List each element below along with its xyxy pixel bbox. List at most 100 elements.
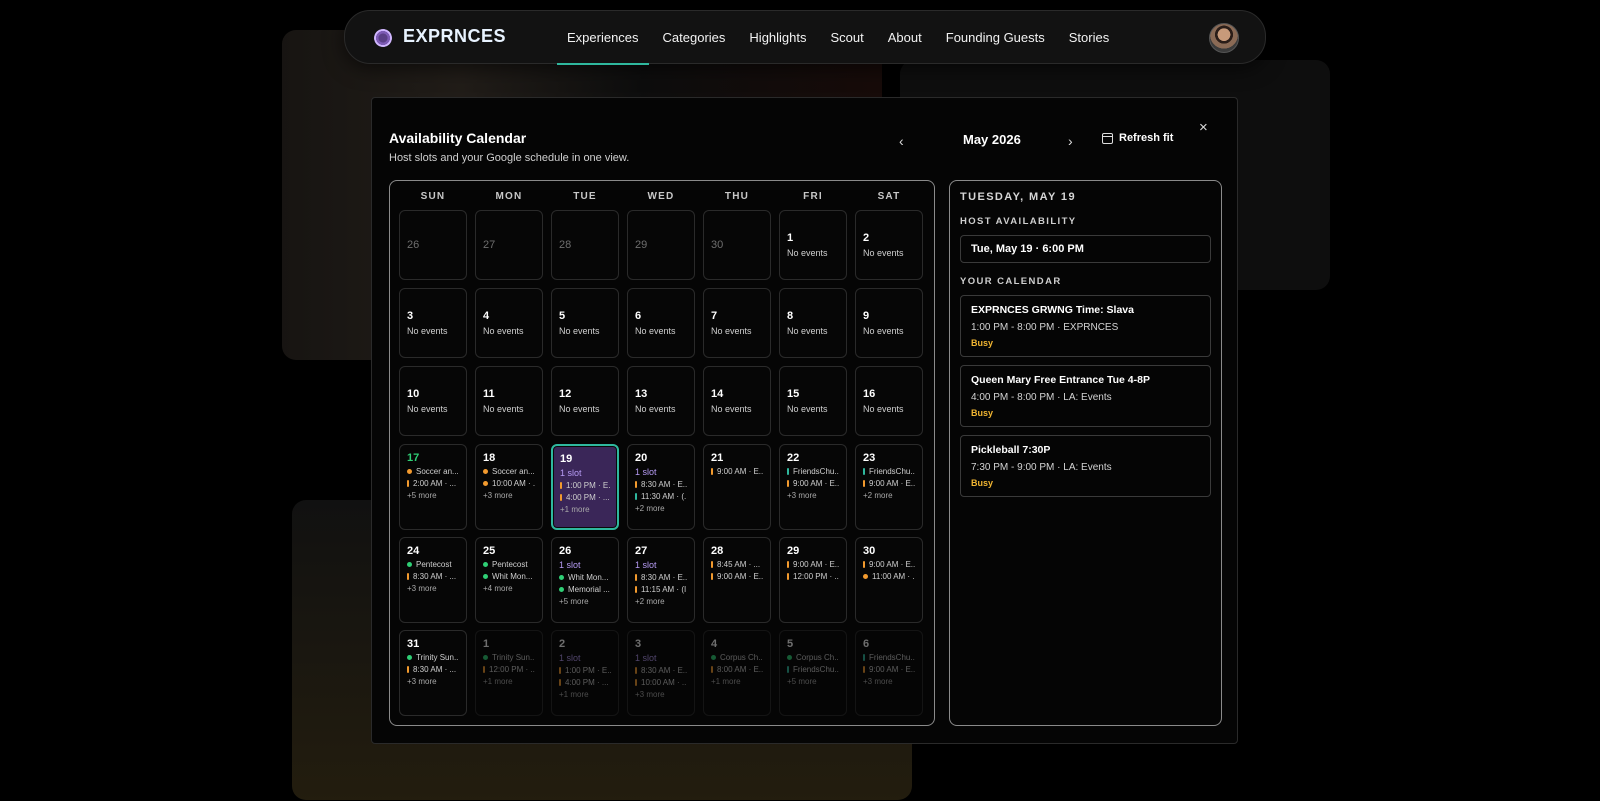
day-cell[interactable]: 26 xyxy=(399,210,467,280)
event-preview: 11:00 AM · ... xyxy=(863,572,915,581)
day-cell[interactable]: 17 Soccer an... 2:00 AM · ... +5 more xyxy=(399,444,467,530)
day-cell[interactable]: 9 No events xyxy=(855,288,923,358)
more-events-link[interactable]: +5 more xyxy=(787,677,839,686)
event-preview-text: Corpus Ch... xyxy=(796,653,839,662)
event-preview-text: 8:30 AM · E... xyxy=(641,480,687,489)
no-events-label: No events xyxy=(483,326,524,336)
day-cell[interactable]: 12 No events xyxy=(551,366,619,436)
calendar-event-card[interactable]: EXPRNCES GRWNG Time: Slava 1:00 PM - 8:0… xyxy=(960,295,1211,357)
day-cell[interactable]: 23 FriendsChu... 9:00 AM · E... +2 more xyxy=(855,444,923,530)
nav-about[interactable]: About xyxy=(888,11,922,65)
more-events-link[interactable]: +5 more xyxy=(559,597,611,606)
event-status: Busy xyxy=(971,478,994,488)
event-preview: 10:00 AM · ... xyxy=(483,479,535,488)
nav-stories[interactable]: Stories xyxy=(1069,11,1109,65)
more-events-link[interactable]: +5 more xyxy=(407,491,459,500)
more-events-link[interactable]: +3 more xyxy=(483,491,535,500)
more-events-link[interactable]: +3 more xyxy=(407,677,459,686)
more-events-link[interactable]: +3 more xyxy=(863,677,915,686)
event-preview: Whit Mon... xyxy=(559,573,611,582)
day-cell[interactable]: 6 FriendsChu... 9:00 AM · E... +3 more xyxy=(855,630,923,716)
event-bar-icon xyxy=(635,667,637,674)
day-cell[interactable]: 7 No events xyxy=(703,288,771,358)
day-cell[interactable]: 30 xyxy=(703,210,771,280)
more-events-link[interactable]: +3 more xyxy=(407,584,459,593)
day-cell[interactable]: 27 1 slot 8:30 AM · E... 11:15 AM · (I... +2… xyxy=(627,537,695,623)
day-cell[interactable]: 29 9:00 AM · E... 12:00 PM · ... xyxy=(779,537,847,623)
day-cell[interactable]: 3 1 slot 8:30 AM · E... 10:00 AM · ... +3 mo… xyxy=(627,630,695,716)
event-preview: FriendsChu... xyxy=(787,665,839,674)
day-cell[interactable]: 14 No events xyxy=(703,366,771,436)
day-cell[interactable]: 22 FriendsChu... 9:00 AM · E... +3 more xyxy=(779,444,847,530)
event-preview: Whit Mon... xyxy=(483,572,535,581)
day-cell[interactable]: 18 Soccer an... 10:00 AM · ... +3 more xyxy=(475,444,543,530)
event-preview: 9:00 AM · E... xyxy=(787,479,839,488)
nav-categories[interactable]: Categories xyxy=(663,11,726,65)
day-cell[interactable]: 26 1 slot Whit Mon... Memorial ... +5 more xyxy=(551,537,619,623)
day-cell[interactable]: 1 Trinity Sun... 12:00 PM · ... +1 more xyxy=(475,630,543,716)
more-events-link[interactable]: +4 more xyxy=(483,584,535,593)
day-cell[interactable]: 5 Corpus Ch... FriendsChu... +5 more xyxy=(779,630,847,716)
more-events-link[interactable]: +1 more xyxy=(560,505,610,514)
close-icon[interactable]: × xyxy=(1199,119,1208,136)
day-cell[interactable]: 25 Pentecost Whit Mon... +4 more xyxy=(475,537,543,623)
nav-founding-guests[interactable]: Founding Guests xyxy=(946,11,1045,65)
calendar-event-card[interactable]: Queen Mary Free Entrance Tue 4-8P 4:00 P… xyxy=(960,365,1211,427)
day-cell[interactable]: 4 Corpus Ch... 8:00 AM · E... +1 more xyxy=(703,630,771,716)
event-preview: Trinity Sun... xyxy=(407,653,459,662)
no-events-label: No events xyxy=(863,326,904,336)
day-cell[interactable]: 19 1 slot 1:00 PM · E... 4:00 PM · ... +1 mo… xyxy=(551,444,619,530)
more-events-link[interactable]: +2 more xyxy=(635,504,687,513)
logo-icon[interactable] xyxy=(374,29,392,47)
nav-scout[interactable]: Scout xyxy=(831,11,864,65)
day-cell[interactable]: 5 No events xyxy=(551,288,619,358)
day-cell[interactable]: 30 9:00 AM · E... 11:00 AM · ... xyxy=(855,537,923,623)
day-cell[interactable]: 21 9:00 AM · E... xyxy=(703,444,771,530)
nav-experiences[interactable]: Experiences xyxy=(557,11,649,65)
brand-name[interactable]: EXPRNCES xyxy=(403,26,506,47)
event-bar-icon xyxy=(407,573,409,580)
calendar-event-card[interactable]: Pickleball 7:30P 7:30 PM - 9:00 PM · LA:… xyxy=(960,435,1211,497)
more-events-link[interactable]: +1 more xyxy=(711,677,763,686)
more-events-link[interactable]: +3 more xyxy=(635,690,687,699)
event-bar-icon xyxy=(787,561,789,568)
user-avatar[interactable] xyxy=(1209,23,1239,53)
day-cell[interactable]: 1 No events xyxy=(779,210,847,280)
day-cell[interactable]: 31 Trinity Sun... 8:30 AM · ... +3 more xyxy=(399,630,467,716)
day-cell[interactable]: 28 xyxy=(551,210,619,280)
event-bar-icon xyxy=(711,573,713,580)
day-cell[interactable]: 15 No events xyxy=(779,366,847,436)
day-cell[interactable]: 2 No events xyxy=(855,210,923,280)
day-cell[interactable]: 20 1 slot 8:30 AM · E... 11:30 AM · (... +2 … xyxy=(627,444,695,530)
event-preview-text: FriendsChu... xyxy=(793,467,839,476)
day-number: 12 xyxy=(559,388,572,400)
host-slot[interactable]: Tue, May 19 · 6:00 PM xyxy=(960,235,1211,263)
day-cell[interactable]: 10 No events xyxy=(399,366,467,436)
event-preview: 11:30 AM · (... xyxy=(635,492,687,501)
day-cell[interactable]: 27 xyxy=(475,210,543,280)
day-cell[interactable]: 29 xyxy=(627,210,695,280)
day-cell[interactable]: 2 1 slot 1:00 PM · E... 4:00 PM · ... +1 mor… xyxy=(551,630,619,716)
no-events-label: No events xyxy=(483,404,524,414)
more-events-link[interactable]: +1 more xyxy=(483,677,535,686)
nav-highlights[interactable]: Highlights xyxy=(749,11,806,65)
day-cell[interactable]: 4 No events xyxy=(475,288,543,358)
chevron-left-icon[interactable]: ‹ xyxy=(899,133,904,149)
day-cell[interactable]: 24 Pentecost 8:30 AM · ... +3 more xyxy=(399,537,467,623)
day-cell[interactable]: 8 No events xyxy=(779,288,847,358)
day-cell[interactable]: 28 8:45 AM · ... 9:00 AM · E... xyxy=(703,537,771,623)
refresh-fit-button[interactable]: Refresh fit xyxy=(1102,132,1173,144)
more-events-link[interactable]: +2 more xyxy=(863,491,915,500)
day-cell[interactable]: 3 No events xyxy=(399,288,467,358)
day-cell[interactable]: 16 No events xyxy=(855,366,923,436)
more-events-link[interactable]: +3 more xyxy=(787,491,839,500)
day-cell[interactable]: 6 No events xyxy=(627,288,695,358)
more-events-link[interactable]: +2 more xyxy=(635,597,687,606)
more-events-link[interactable]: +1 more xyxy=(559,690,611,699)
event-bar-icon xyxy=(560,494,562,501)
event-dot-icon xyxy=(787,655,792,660)
event-bar-icon xyxy=(635,481,637,488)
day-cell[interactable]: 13 No events xyxy=(627,366,695,436)
chevron-right-icon[interactable]: › xyxy=(1068,133,1073,149)
day-cell[interactable]: 11 No events xyxy=(475,366,543,436)
